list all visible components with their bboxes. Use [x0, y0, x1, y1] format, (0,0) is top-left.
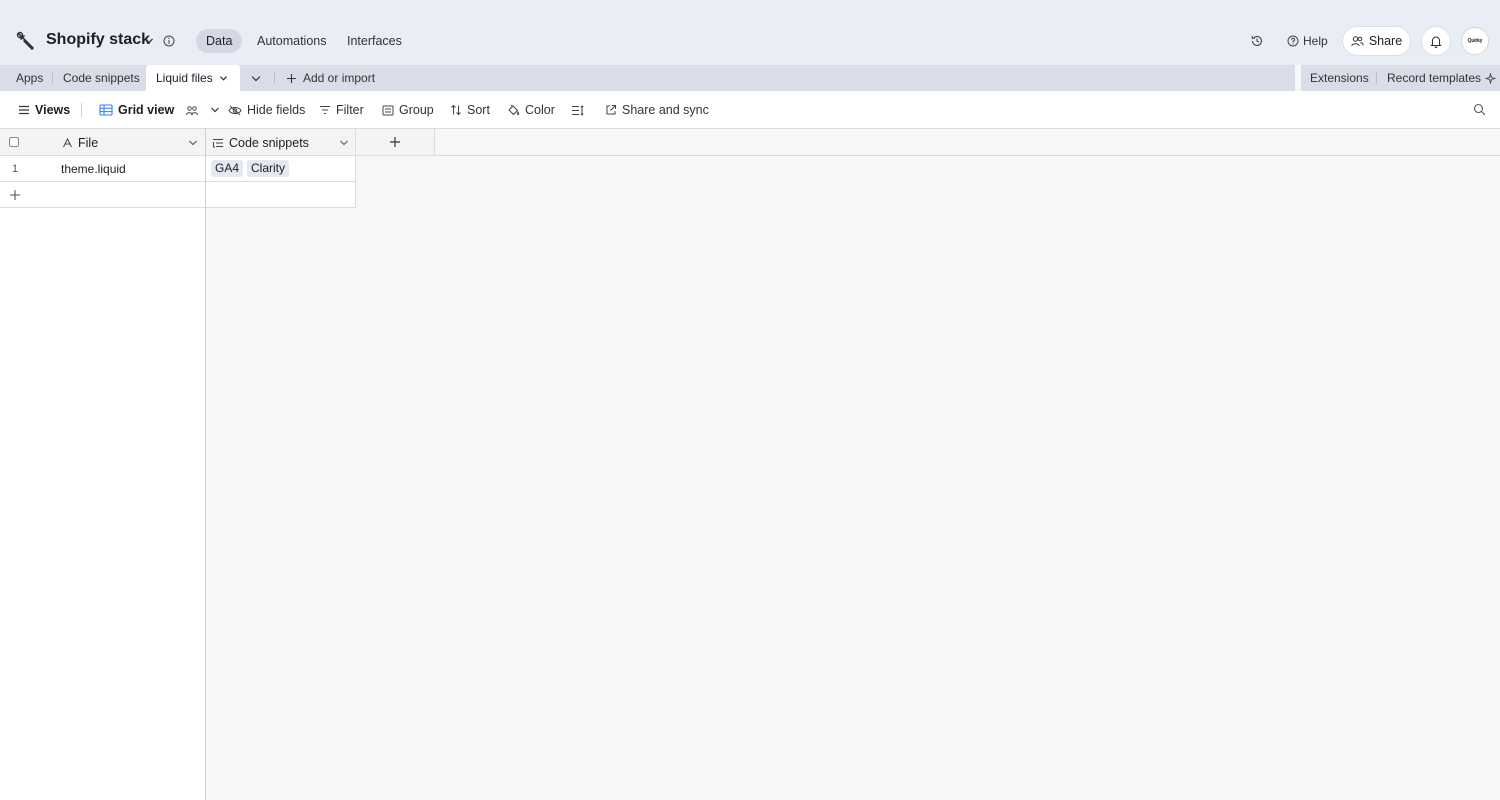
- share-and-sync-button[interactable]: Share and sync: [605, 91, 709, 129]
- code-snippets-column-label: Code snippets: [229, 135, 309, 150]
- text-field-icon: [62, 137, 73, 148]
- filter-button[interactable]: Filter: [319, 91, 364, 129]
- tab-divider: [274, 72, 275, 84]
- add-row-frozen[interactable]: [0, 182, 206, 208]
- tabs-right-bar: Extensions Record templates: [1301, 65, 1500, 91]
- sparkle-icon: [1485, 72, 1497, 84]
- notifications-button[interactable]: [1422, 27, 1450, 55]
- grid-scroll-pane: [206, 129, 1500, 800]
- hide-fields-label: Hide fields: [247, 103, 306, 117]
- info-icon[interactable]: [163, 35, 175, 47]
- row-height-button[interactable]: [571, 91, 584, 129]
- chevron-down-icon[interactable]: [219, 74, 228, 83]
- share-label: Share: [1368, 34, 1403, 48]
- avatar[interactable]: Quirky: [1461, 27, 1489, 55]
- record-templates-label: Record templates: [1387, 71, 1482, 85]
- link-field-icon: [212, 138, 224, 148]
- share-button[interactable]: Share: [1343, 27, 1410, 55]
- history-icon[interactable]: [1250, 34, 1264, 48]
- tab-divider: [1376, 72, 1377, 84]
- collaborative-people-icon: [185, 105, 199, 116]
- grid-frozen-pane: [0, 129, 206, 800]
- color-button[interactable]: Color: [507, 91, 555, 129]
- color-label: Color: [525, 103, 555, 117]
- row-height-icon: [571, 104, 584, 116]
- nav-interfaces[interactable]: Interfaces: [337, 29, 412, 53]
- code-snippets-cell[interactable]: GA4 Clarity: [206, 156, 356, 182]
- base-title[interactable]: Shopify stack: [46, 31, 150, 49]
- tab-liquid-files[interactable]: Liquid files: [146, 65, 240, 91]
- views-label: Views: [35, 103, 71, 117]
- nav-automations[interactable]: Automations: [247, 29, 336, 53]
- grid-header-row: File Code snippets: [0, 129, 1500, 156]
- table-tabs-bar: Apps Code snippets Liquid files Add or i…: [0, 65, 1295, 91]
- plus-icon: [389, 136, 401, 148]
- sort-button[interactable]: Sort: [450, 91, 490, 129]
- file-column-label: File: [78, 135, 99, 150]
- plus-icon[interactable]: [9, 189, 21, 201]
- add-row-cell[interactable]: [206, 182, 356, 208]
- paint-icon: [507, 104, 520, 116]
- share-sync-icon: [605, 104, 617, 116]
- people-icon: [1351, 35, 1364, 47]
- search-icon[interactable]: [1473, 103, 1486, 116]
- filter-label: Filter: [336, 103, 364, 117]
- linked-record-chip[interactable]: GA4: [211, 160, 244, 177]
- tab-code-snippets[interactable]: Code snippets: [53, 65, 150, 91]
- all-tables-chevron-icon[interactable]: [250, 74, 262, 83]
- chevron-down-icon[interactable]: [188, 139, 198, 147]
- grid-view-button[interactable]: Grid view: [99, 91, 220, 129]
- plus-icon: [286, 73, 297, 84]
- tab-apps[interactable]: Apps: [6, 65, 53, 91]
- sort-label: Sort: [467, 103, 490, 117]
- nav-data[interactable]: Data: [196, 29, 243, 53]
- add-field-button[interactable]: [356, 129, 435, 156]
- chevron-down-icon[interactable]: [339, 139, 349, 147]
- help-button[interactable]: Help: [1287, 34, 1328, 48]
- grid-icon: [99, 104, 113, 116]
- add-or-import-button[interactable]: Add or import: [286, 65, 375, 91]
- hide-fields-button[interactable]: Hide fields: [228, 91, 305, 129]
- toolbar-divider: [81, 103, 82, 117]
- tool-icon[interactable]: [15, 30, 37, 52]
- row-frozen-cells: 1 theme.liquid: [0, 156, 206, 182]
- header-filler: [435, 129, 1500, 156]
- file-cell[interactable]: theme.liquid: [61, 156, 126, 182]
- help-label: Help: [1303, 34, 1328, 48]
- file-column-header[interactable]: File: [0, 129, 206, 156]
- help-icon: [1287, 35, 1299, 47]
- extensions-button[interactable]: Extensions: [1310, 65, 1369, 91]
- group-button[interactable]: Group: [382, 91, 434, 129]
- view-toolbar: Views Grid view Hide fields Filter Group: [0, 91, 1500, 129]
- grid-view-label: Grid view: [118, 103, 175, 117]
- code-snippets-column-header[interactable]: Code snippets: [206, 129, 356, 156]
- app-header: Shopify stack Data Automations Interface…: [0, 0, 1500, 65]
- group-label: Group: [399, 103, 434, 117]
- filter-icon: [319, 105, 331, 115]
- linked-record-chip[interactable]: Clarity: [247, 160, 290, 177]
- chevron-down-icon[interactable]: [144, 36, 154, 46]
- add-or-import-label: Add or import: [303, 71, 376, 85]
- eye-off-icon: [228, 105, 242, 116]
- table-row[interactable]: 1 theme.liquid GA4 Clarity: [0, 156, 356, 182]
- row-number: 1: [12, 163, 19, 175]
- chevron-down-icon[interactable]: [210, 105, 220, 115]
- sort-icon: [450, 104, 462, 116]
- menu-icon: [18, 105, 30, 115]
- views-button[interactable]: Views: [18, 91, 70, 129]
- group-icon: [382, 105, 394, 116]
- code-snippets-column-title: Code snippets: [212, 129, 309, 156]
- record-templates-button[interactable]: Record templates: [1387, 65, 1497, 91]
- tab-liquid-files-label: Liquid files: [156, 71, 213, 85]
- file-column-title: File: [62, 129, 98, 156]
- share-and-sync-label: Share and sync: [622, 103, 709, 117]
- add-row[interactable]: [0, 182, 356, 208]
- bell-icon: [1430, 35, 1442, 48]
- select-all-checkbox[interactable]: [9, 137, 19, 147]
